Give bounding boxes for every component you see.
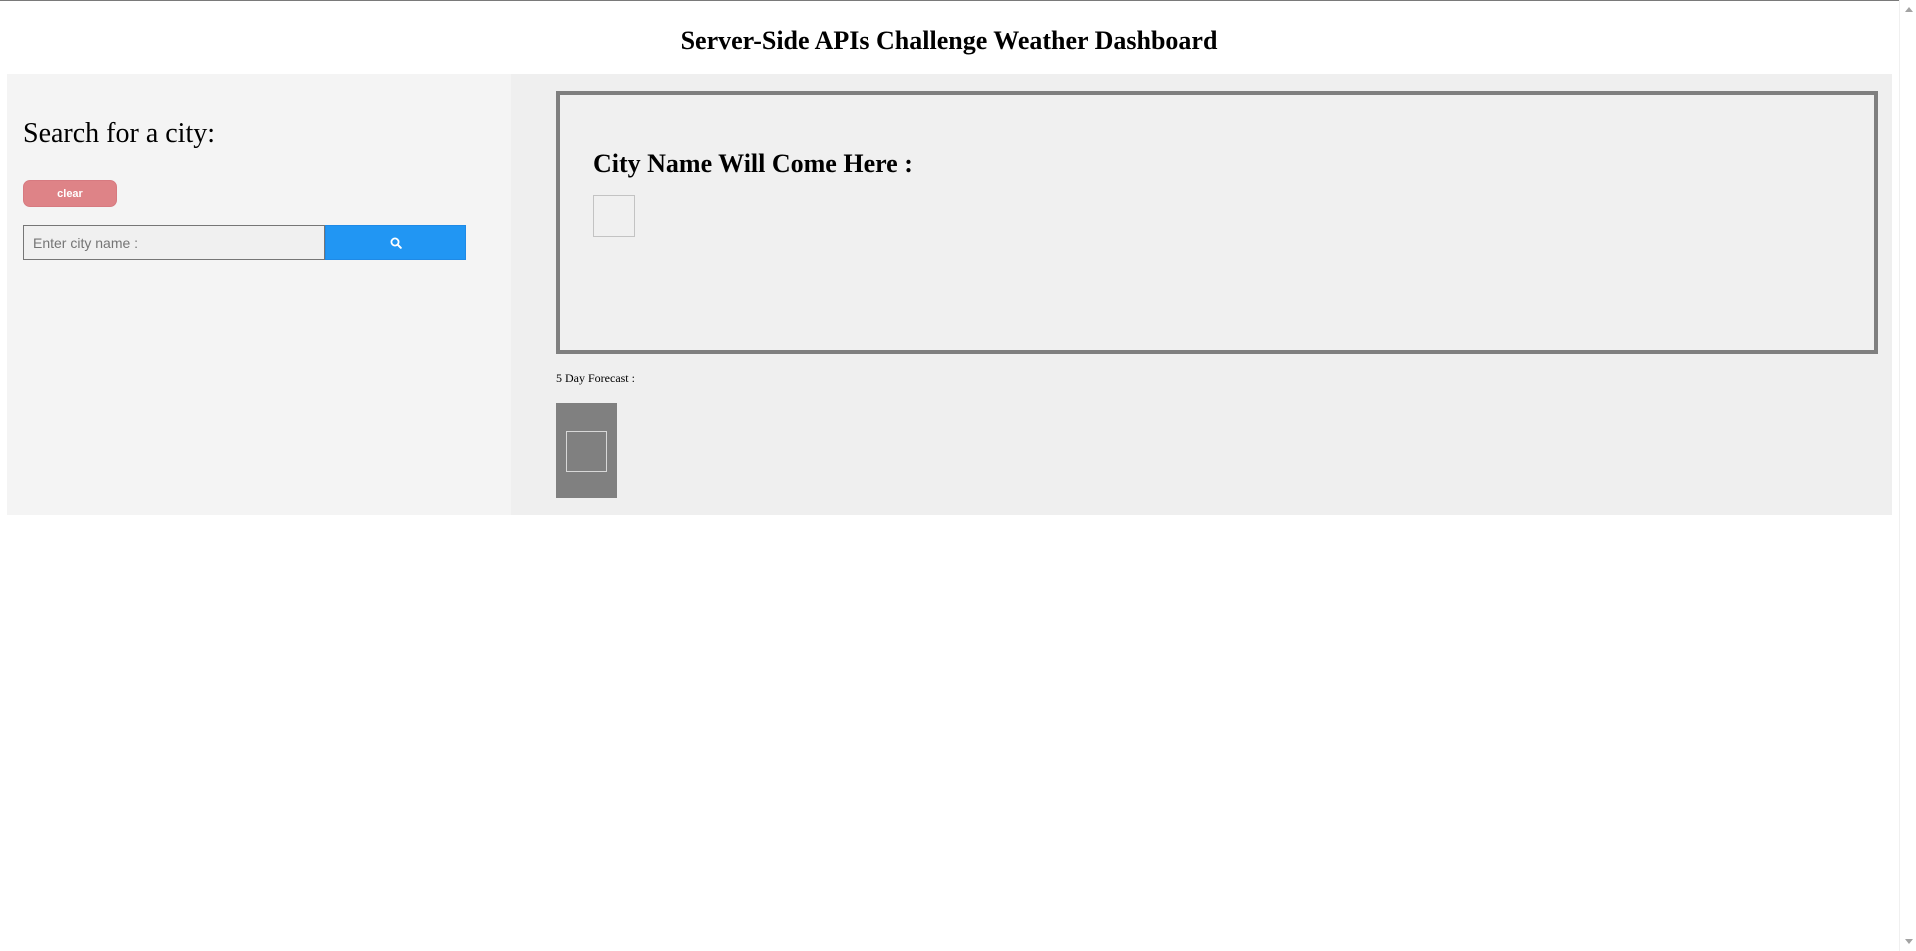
weather-icon	[593, 195, 635, 237]
window-top-border	[0, 0, 1916, 1]
search-button[interactable]	[325, 225, 466, 260]
dashboard-container: Search for a city: clear City Name Will …	[7, 74, 1892, 515]
forecast-label: 5 Day Forecast :	[556, 371, 635, 385]
forecast-weather-icon	[566, 431, 607, 472]
scroll-up-arrow-icon[interactable]	[1905, 7, 1913, 12]
page-title: Server-Side APIs Challenge Weather Dashb…	[680, 26, 1218, 55]
search-icon	[390, 237, 402, 249]
page-scrollbar[interactable]	[1899, 0, 1916, 951]
search-form	[23, 225, 466, 260]
search-sidebar: Search for a city: clear	[7, 74, 511, 515]
city-search-input[interactable]	[23, 225, 325, 260]
clear-button[interactable]: clear	[23, 180, 117, 207]
city-name-heading: City Name Will Come Here :	[593, 149, 913, 178]
scroll-down-arrow-icon[interactable]	[1905, 939, 1913, 944]
forecast-card	[556, 403, 617, 498]
search-heading: Search for a city:	[23, 118, 216, 149]
current-weather-card: City Name Will Come Here :	[556, 91, 1878, 354]
weather-main: City Name Will Come Here : 5 Day Forecas…	[511, 74, 1892, 515]
